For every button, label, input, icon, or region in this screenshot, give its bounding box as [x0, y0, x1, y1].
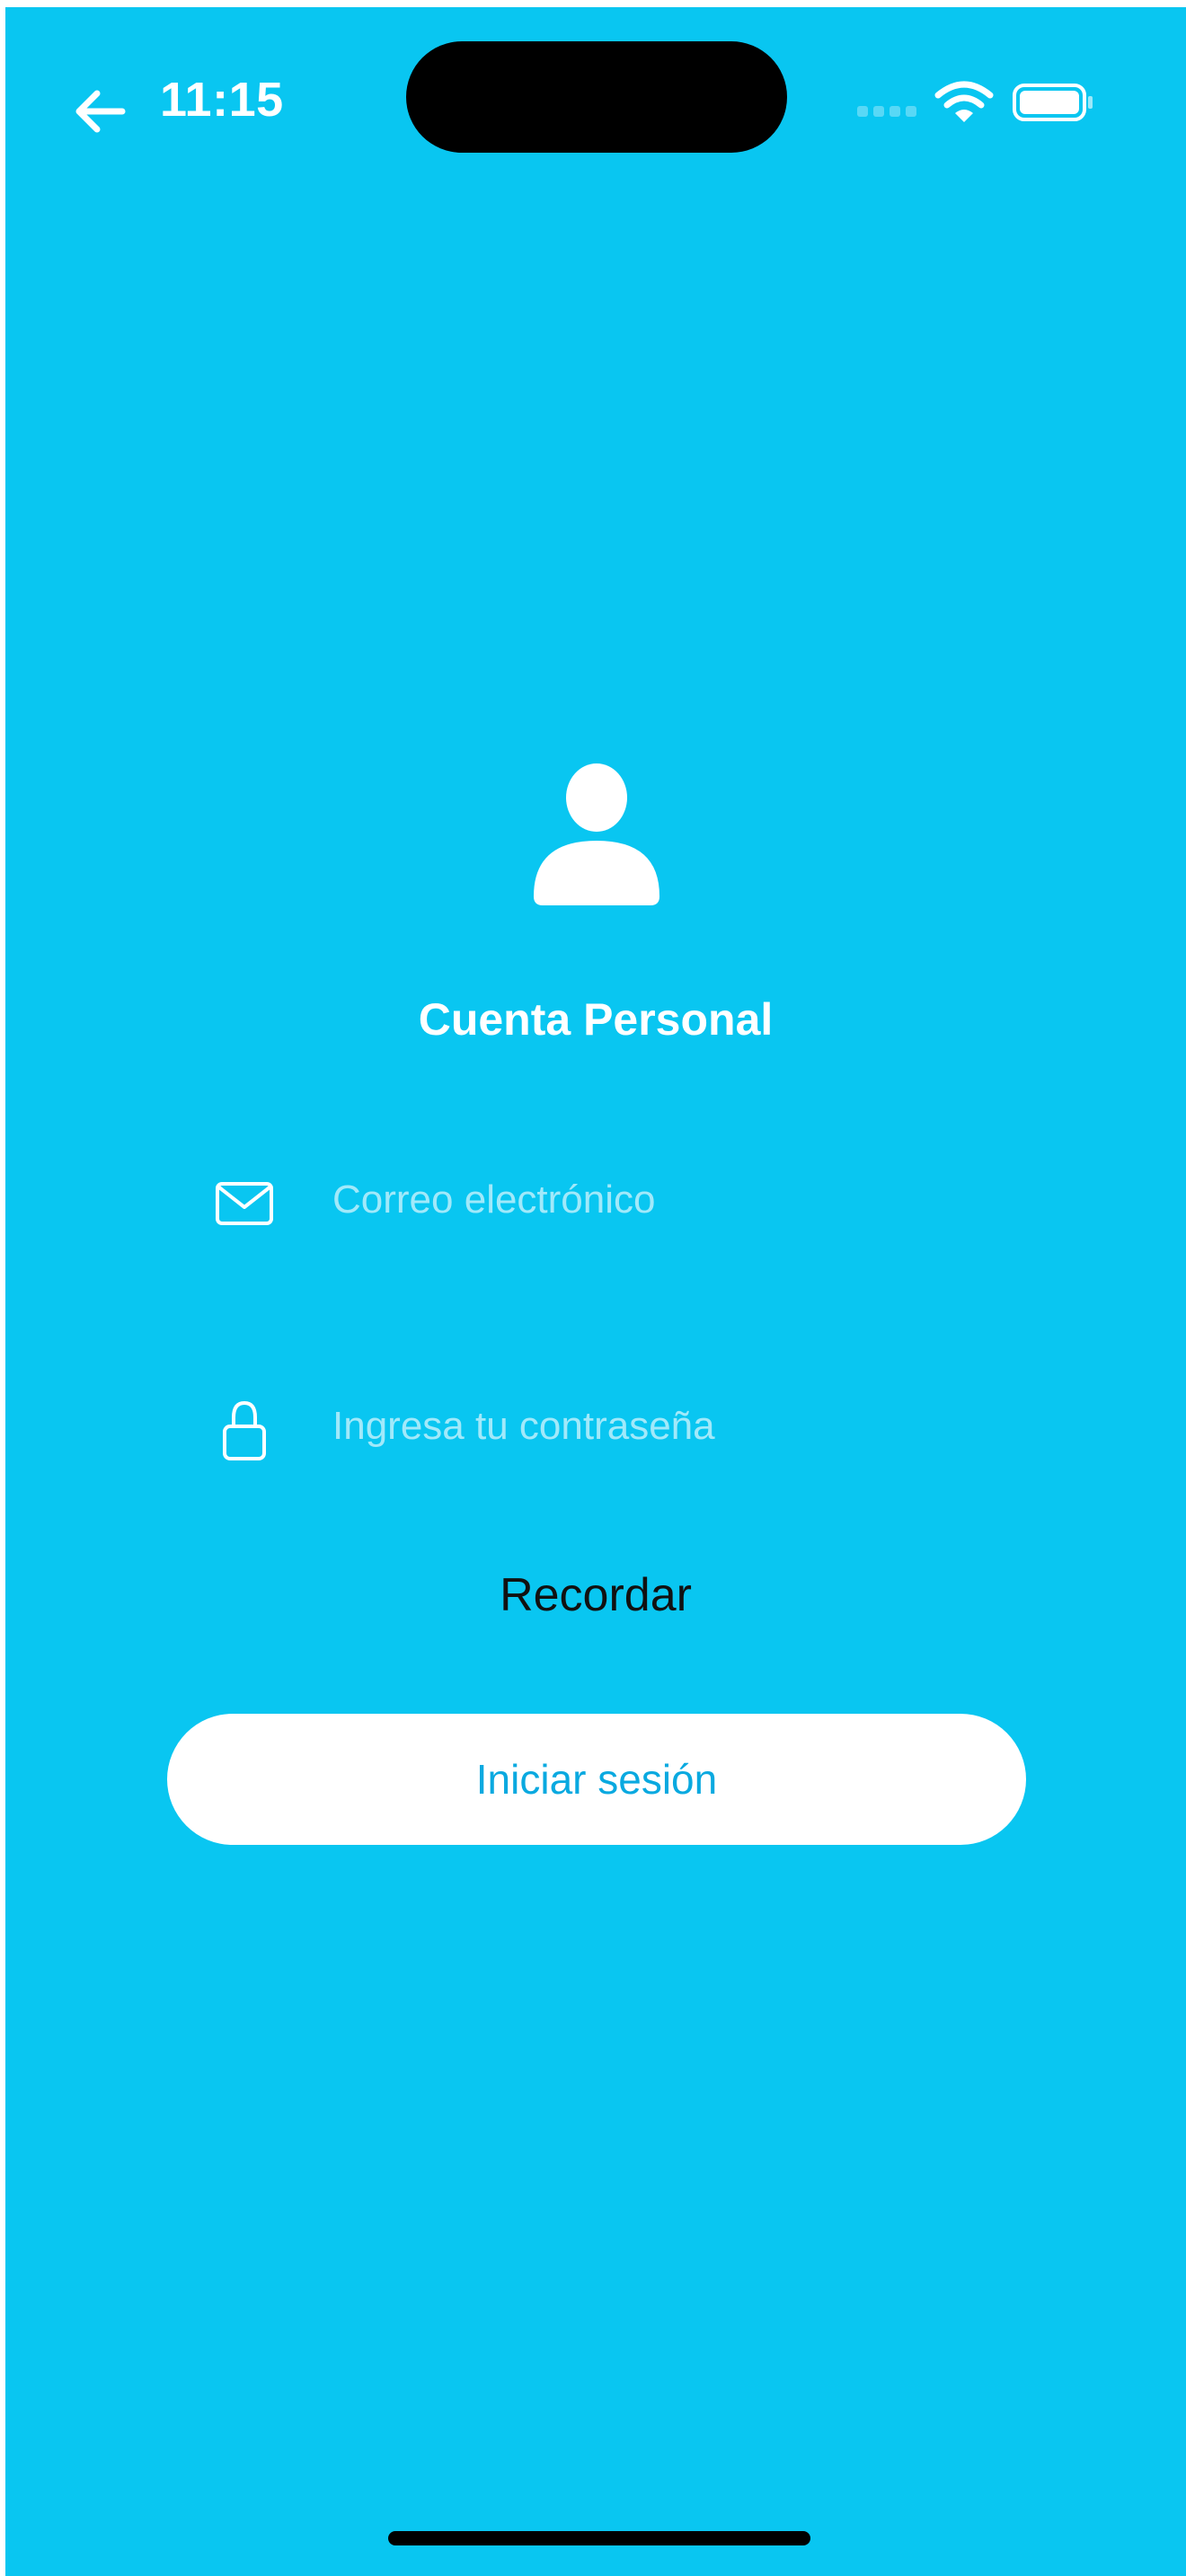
- dynamic-island: [406, 41, 787, 153]
- home-indicator: [388, 2531, 810, 2545]
- email-input[interactable]: [332, 1168, 1015, 1232]
- back-arrow-icon[interactable]: [68, 79, 133, 144]
- login-button[interactable]: Iniciar sesión: [167, 1714, 1026, 1845]
- battery-icon: [1013, 84, 1093, 121]
- page-title: Cuenta Personal: [418, 994, 774, 1045]
- email-field: [212, 1155, 1021, 1245]
- lock-icon: [223, 1400, 266, 1460]
- mail-icon: [216, 1182, 273, 1225]
- person-icon: [534, 763, 659, 905]
- status-time: 11:15: [160, 73, 284, 127]
- password-field: [212, 1381, 1021, 1471]
- wifi-icon: [934, 81, 994, 122]
- cellular-signal-icon: [857, 106, 916, 117]
- remember-toggle[interactable]: Recordar: [5, 1568, 1186, 1622]
- password-input[interactable]: [332, 1394, 1015, 1459]
- login-screen: 11:15 Cuenta Personal Recordar Iniciar: [5, 7, 1186, 2576]
